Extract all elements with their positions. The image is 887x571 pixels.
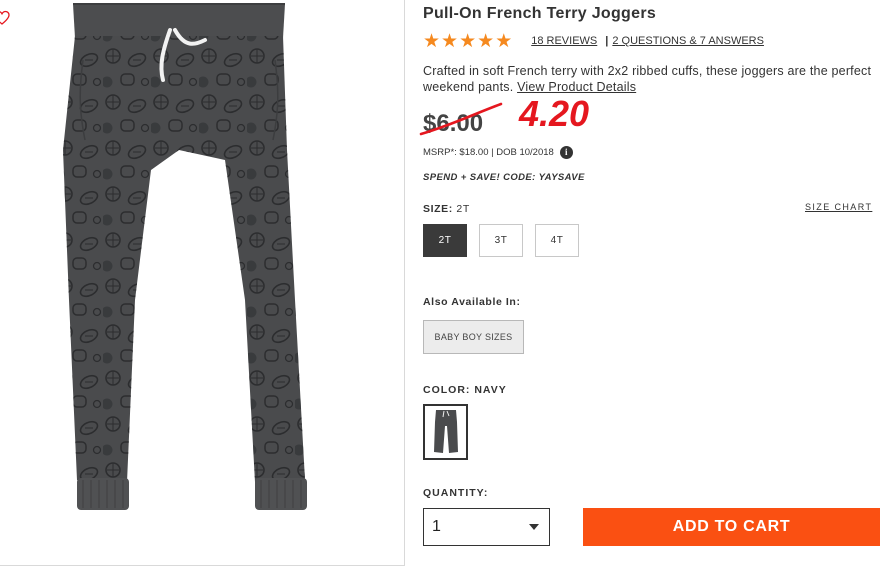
strikethrough-mark (419, 102, 503, 136)
star-icon: ★ (441, 30, 459, 52)
quantity-label: QUANTITY: (423, 487, 489, 499)
star-icon: ★ (495, 30, 513, 52)
color-label: COLOR: NAVY (423, 384, 507, 396)
rating-row: ★ ★ ★ ★ ★ 18 REVIEWS | 2 QUESTIONS & 7 A… (423, 30, 764, 52)
star-icon: ★ (423, 30, 441, 52)
size-chart-link[interactable]: SIZE CHART (805, 202, 872, 212)
msrp-line: MSRP*: $18.00 | DOB 10/2018 i (423, 146, 573, 159)
info-icon[interactable]: i (559, 146, 573, 159)
product-image (63, 3, 307, 510)
size-option-4t[interactable]: 4T (535, 224, 579, 257)
questions-answers-link[interactable]: 2 QUESTIONS & 7 ANSWERS (612, 35, 764, 47)
promo-code: SPEND + SAVE! CODE: YAYSAVE (423, 172, 585, 183)
star-icon: ★ (477, 30, 495, 52)
separator: | (605, 35, 609, 47)
also-available-label: Also Available In: (423, 296, 521, 308)
quantity-select[interactable]: 1 (423, 508, 550, 546)
baby-boy-sizes-button[interactable]: BABY BOY SIZES (423, 320, 524, 354)
heart-icon[interactable] (0, 10, 10, 26)
msrp-text: MSRP*: $18.00 | DOB 10/2018 (423, 147, 554, 158)
star-rating: ★ ★ ★ ★ ★ (423, 32, 513, 51)
view-details-link[interactable]: View Product Details (517, 80, 636, 94)
size-option-2t[interactable]: 2T (423, 224, 467, 257)
chevron-down-icon (529, 524, 539, 530)
star-icon: ★ (459, 30, 477, 52)
quantity-value: 1 (432, 518, 441, 535)
product-description: Crafted in soft French terry with 2x2 ri… (423, 63, 875, 95)
product-title: Pull-On French Terry Joggers (423, 5, 657, 22)
description-text: Crafted in soft French terry with 2x2 ri… (423, 64, 872, 94)
size-option-3t[interactable]: 3T (479, 224, 523, 257)
swatch-pants-image (433, 410, 458, 453)
add-to-cart-button[interactable]: ADD TO CART (583, 508, 880, 546)
sale-price: 4.20 (519, 93, 590, 134)
size-label: SIZE: 2T (423, 203, 470, 215)
size-label-prefix: SIZE: (423, 203, 453, 215)
color-swatch-navy[interactable] (423, 404, 468, 460)
selected-size-value: 2T (456, 203, 470, 215)
reviews-link[interactable]: 18 REVIEWS (531, 35, 597, 47)
product-image-panel (0, 0, 405, 566)
